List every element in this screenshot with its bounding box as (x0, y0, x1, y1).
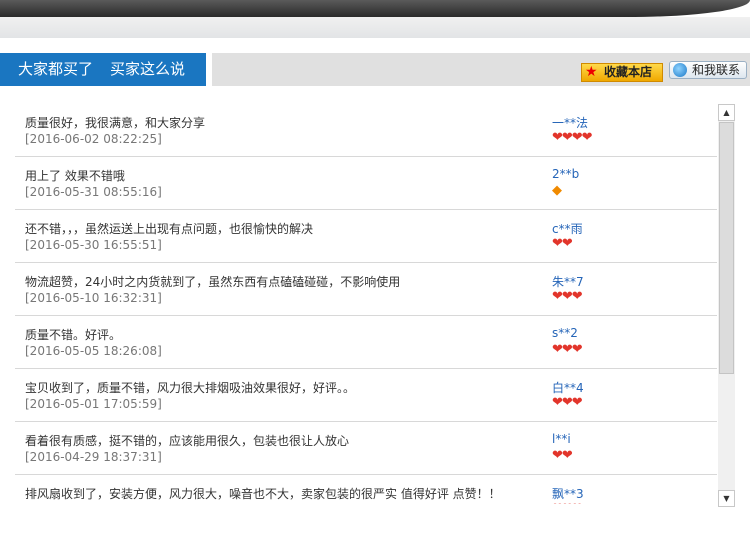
review-time: [2016-05-30 16:55:51] (25, 238, 162, 252)
scroll-down-icon[interactable]: ▼ (718, 490, 735, 507)
heart-rank-icon: ❤❤ (552, 236, 573, 251)
review-comment: 质量很好，我很满意，和大家分享 (25, 116, 206, 130)
reviewer-name[interactable]: s**2 (552, 326, 578, 340)
review-comment: 质量不错。好评。 (25, 328, 122, 342)
review-item: 还不错，，，虽然运送上出现有点问题，也很愉快的解决 [2016-05-30 16… (15, 210, 717, 263)
favorite-shop-label: 收藏本店 (604, 65, 653, 79)
contact-me-label: 和我联系 (692, 63, 741, 77)
heart-rank-icon: ❤❤❤❤ (552, 130, 593, 145)
review-comment: 还不错，，，虽然运送上出现有点问题，也很愉快的解决 (25, 222, 314, 236)
reviewer-name[interactable]: 朱**7 (552, 273, 584, 290)
review-item: 宝贝收到了，质量不错，风力很大排烟吸油效果很好，好评。。 [2016-05-01… (15, 369, 717, 422)
reviewer-name[interactable]: 飘**3 (552, 485, 584, 502)
heart-rank-icon: ❤❤❤ (552, 342, 583, 357)
review-item: 用上了 效果不错哦 [2016-05-31 08:55:16] 2**b ◆ (15, 157, 717, 210)
review-comment: 排风扇收到了，安装方便，风力很大，噪音也不大，卖家包装的很严实 值得好评 点赞！… (25, 487, 501, 501)
review-item: 质量不错。好评。 [2016-05-05 18:26:08] s**2 ❤❤❤ (15, 316, 717, 369)
review-time: [2016-05-31 08:55:16] (25, 185, 162, 199)
review-comment: 看着很有质感，挺不错的，应该能用很久，包装也很让人放心 (25, 434, 350, 448)
tab-buyers-say[interactable]: 买家这么说 (110, 60, 185, 78)
chat-icon (673, 63, 687, 77)
star-icon: ★ (585, 64, 598, 80)
favorite-shop-button[interactable]: ★ 收藏本店 (581, 63, 663, 82)
reviewer-name[interactable]: 白**4 (552, 379, 584, 396)
scroll-up-icon[interactable]: ▲ (718, 104, 735, 121)
review-item: 物流超赞，24小时之内货就到了，虽然东西有点磕磕碰碰，不影响使用 [2016-0… (15, 263, 717, 316)
scroll-thumb[interactable] (719, 122, 734, 374)
review-comment: 物流超赞，24小时之内货就到了，虽然东西有点磕磕碰碰，不影响使用 (25, 275, 401, 289)
review-list: 质量很好，我很满意，和大家分享 [2016-06-02 08:22:25] 一*… (15, 104, 717, 504)
review-item: 质量很好，我很满意，和大家分享 [2016-06-02 08:22:25] 一*… (15, 104, 717, 157)
review-item: 排风扇收到了，安装方便，风力很大，噪音也不大，卖家包装的很严实 值得好评 点赞！… (15, 475, 717, 504)
review-time: [2016-04-29 18:37:31] (25, 450, 162, 464)
nav-tab-group: 大家都买了 买家这么说 (0, 53, 212, 86)
review-comment: 用上了 效果不错哦 (25, 169, 125, 183)
heart-rank-icon: ❤❤❤ (552, 289, 583, 304)
review-time: [2016-05-05 18:26:08] (25, 344, 162, 358)
reviewer-name[interactable]: l**i (552, 432, 571, 446)
review-time: [2016-05-10 16:32:31] (25, 291, 162, 305)
reviewer-name[interactable]: c**雨 (552, 220, 583, 237)
tab-everyone-bought[interactable]: 大家都买了 (18, 60, 93, 78)
contact-me-button[interactable]: 和我联系 (669, 61, 747, 79)
reviewer-name[interactable]: 一**法 (552, 114, 588, 131)
review-time: [2016-06-02 08:22:25] (25, 132, 162, 146)
heart-rank-icon: ❤❤❤ (552, 502, 583, 505)
review-item: 看着很有质感，挺不错的，应该能用很久，包装也很让人放心 [2016-04-29 … (15, 422, 717, 475)
diamond-rank-icon: ◆ (552, 183, 562, 198)
top-banner-image (0, 0, 750, 38)
heart-rank-icon: ❤❤ (552, 448, 573, 463)
reviewer-name[interactable]: 2**b (552, 167, 579, 181)
review-scrollbar[interactable]: ▲ ▼ (718, 104, 735, 507)
heart-rank-icon: ❤❤❤ (552, 395, 583, 410)
review-comment: 宝贝收到了，质量不错，风力很大排烟吸油效果很好，好评。。 (25, 381, 356, 395)
review-time: [2016-05-01 17:05:59] (25, 397, 162, 411)
